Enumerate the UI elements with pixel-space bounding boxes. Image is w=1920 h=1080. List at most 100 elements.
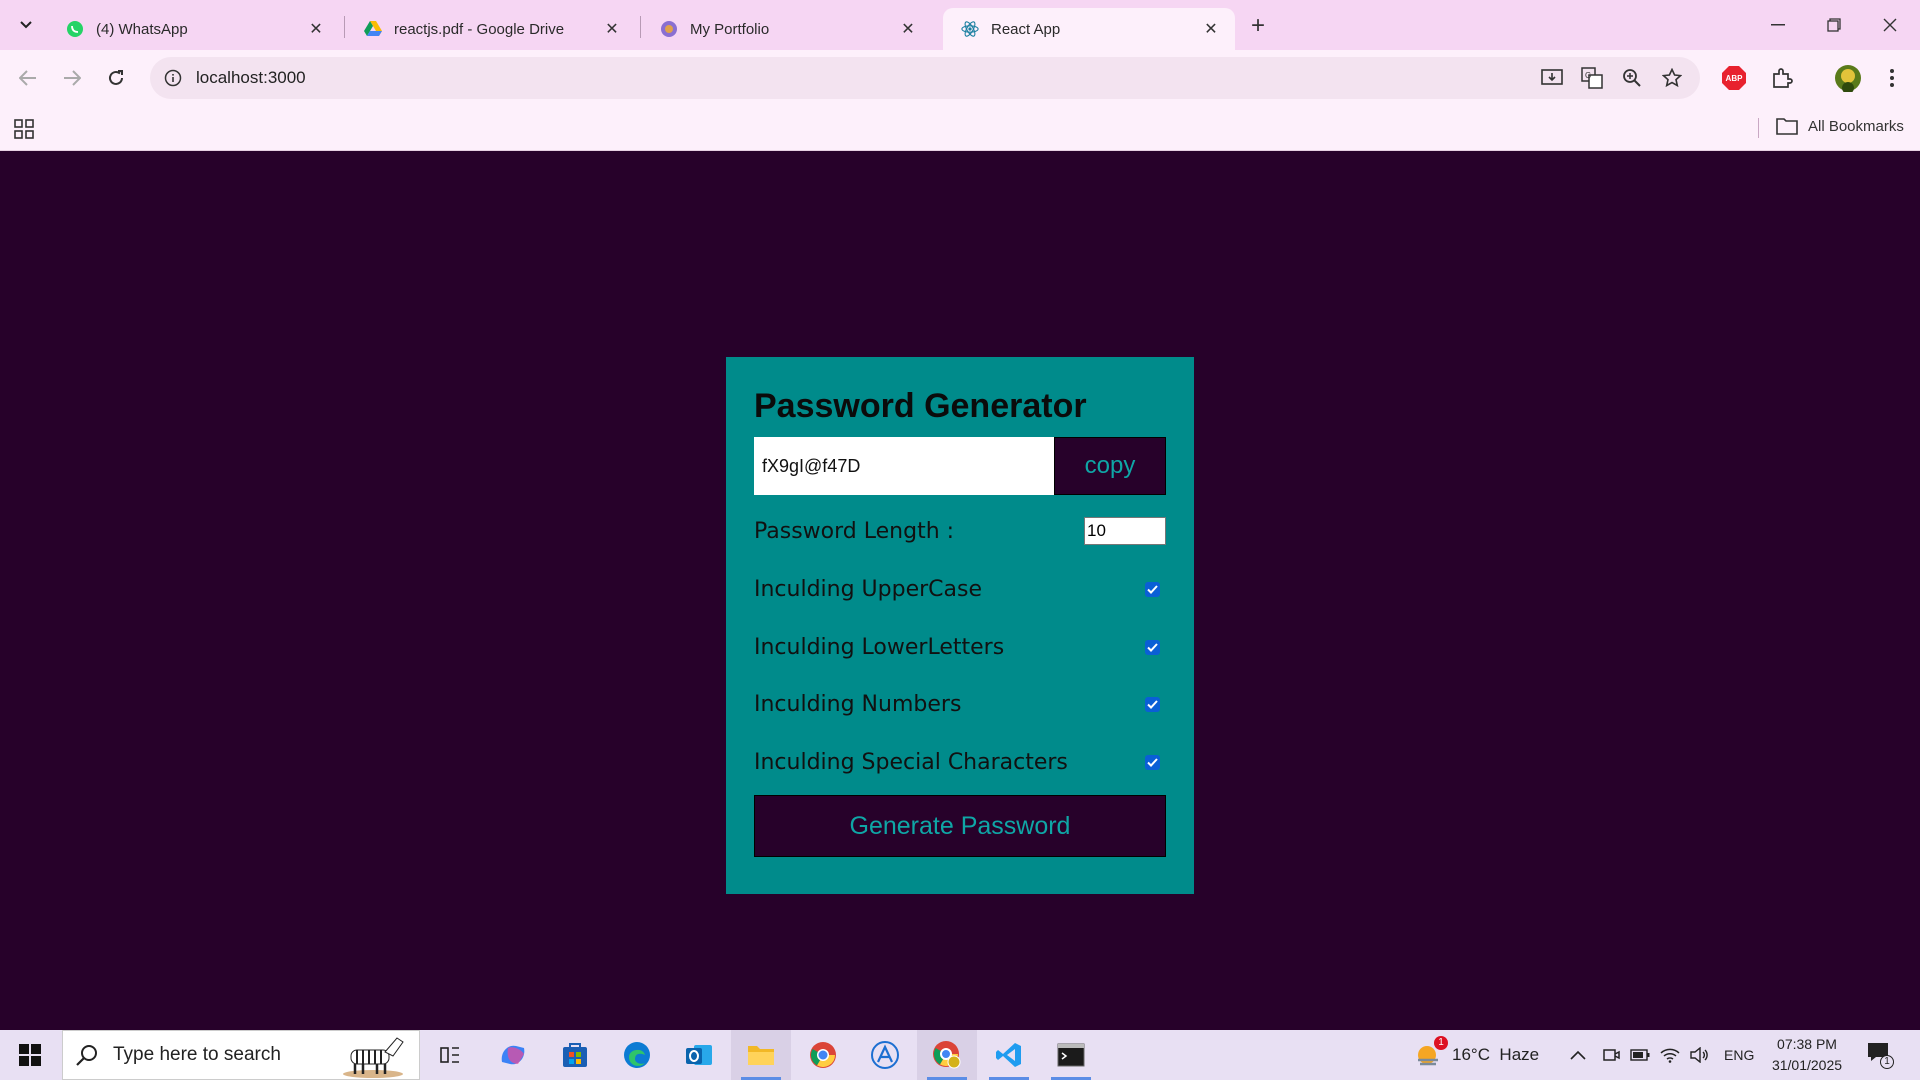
vpn-app[interactable] — [855, 1030, 915, 1080]
reload-button[interactable] — [100, 62, 132, 94]
checkmark-icon — [1147, 642, 1158, 652]
tab-whatsapp[interactable]: (4) WhatsApp ✕ — [48, 8, 340, 50]
tab-google-drive[interactable]: reactjs.pdf - Google Drive ✕ — [346, 8, 636, 50]
microsoft-store-app[interactable] — [545, 1030, 605, 1080]
browser-toolbar: localhost:3000 G ABP — [0, 50, 1920, 106]
tab-react-app[interactable]: React App ✕ — [943, 8, 1235, 50]
meet-now-icon[interactable] — [1602, 1030, 1620, 1080]
edge-app[interactable] — [607, 1030, 667, 1080]
chrome-menu-icon[interactable] — [1876, 62, 1908, 94]
translate-icon[interactable]: G — [1580, 66, 1604, 90]
bookmarks-bar: All Bookmarks — [0, 106, 1920, 151]
back-button[interactable] — [12, 62, 44, 94]
start-button[interactable] — [0, 1030, 60, 1080]
react-icon — [961, 20, 979, 38]
folder-icon — [748, 1046, 774, 1065]
minimize-button[interactable] — [1750, 0, 1806, 50]
svg-text:G: G — [1585, 71, 1591, 80]
option-label: Inculding LowerLetters — [754, 634, 1005, 660]
password-length-input[interactable] — [1084, 517, 1166, 545]
chevron-down-icon — [20, 21, 32, 29]
vscode-icon — [996, 1043, 1021, 1067]
close-icon[interactable]: ✕ — [306, 19, 326, 39]
password-generator-card: Password Generator copy Password Length … — [726, 357, 1194, 894]
numbers-checkbox[interactable] — [1145, 696, 1160, 712]
vscode-app[interactable] — [979, 1030, 1039, 1080]
taskbar-search-box[interactable]: Type here to search — [62, 1030, 420, 1080]
tab-title: (4) WhatsApp — [96, 20, 188, 38]
special-characters-checkbox[interactable] — [1145, 754, 1160, 770]
uppercase-checkbox[interactable] — [1145, 581, 1160, 597]
new-tab-button[interactable]: + — [1244, 12, 1272, 40]
close-window-button[interactable] — [1862, 0, 1918, 50]
chrome-icon — [810, 1042, 836, 1068]
copilot-app[interactable] — [483, 1030, 543, 1080]
generate-password-button[interactable]: Generate Password — [754, 795, 1166, 857]
volume-icon[interactable] — [1690, 1030, 1710, 1080]
page-title: Password Generator — [754, 387, 1087, 425]
tab-portfolio[interactable]: My Portfolio ✕ — [642, 8, 932, 50]
checkmark-icon — [1147, 757, 1158, 767]
option-label: Inculding UpperCase — [754, 576, 983, 602]
apps-grid-icon[interactable] — [12, 117, 36, 141]
weather-text: 16°C Haze — [1452, 1045, 1540, 1064]
tab-title: My Portfolio — [690, 20, 770, 38]
profile-avatar[interactable] — [1832, 62, 1864, 94]
terminal-app[interactable] — [1041, 1030, 1101, 1080]
forward-button[interactable] — [56, 62, 88, 94]
lowercase-checkbox[interactable] — [1145, 639, 1160, 655]
show-hidden-icons-button[interactable] — [1570, 1030, 1586, 1080]
wifi-icon[interactable] — [1660, 1030, 1680, 1080]
file-explorer-app[interactable] — [731, 1030, 791, 1080]
option-label: Inculding Special Characters — [754, 749, 1068, 775]
close-icon[interactable]: ✕ — [602, 19, 622, 39]
outlook-app[interactable] — [669, 1030, 729, 1080]
url-text: localhost:3000 — [196, 68, 306, 87]
install-app-icon[interactable] — [1540, 66, 1564, 90]
system-clock[interactable]: 07:38 PM 31/01/2025 — [1762, 1034, 1852, 1076]
adblock-extension-icon[interactable]: ABP — [1718, 62, 1750, 94]
site-info-icon[interactable] — [162, 67, 184, 89]
address-bar[interactable]: localhost:3000 G — [150, 57, 1700, 99]
bookmarks-divider — [1758, 118, 1759, 138]
restore-button[interactable] — [1806, 0, 1862, 50]
back-arrow-icon — [19, 70, 36, 86]
checkmark-icon — [1147, 584, 1158, 594]
tab-divider — [640, 16, 641, 38]
whatsapp-icon — [66, 20, 84, 38]
tab-search-button[interactable] — [12, 11, 40, 39]
zoom-icon[interactable] — [1620, 66, 1644, 90]
edge-icon — [624, 1042, 650, 1068]
weather-widget[interactable]: 1 16°C Haze — [1414, 1030, 1539, 1080]
all-bookmarks-button[interactable]: All Bookmarks — [1776, 116, 1904, 136]
password-output-field[interactable] — [754, 437, 1054, 495]
forward-arrow-icon — [64, 70, 81, 86]
language-indicator[interactable]: ENG — [1724, 1030, 1754, 1080]
password-length-label: Password Length : — [754, 518, 955, 544]
close-icon[interactable]: ✕ — [1201, 19, 1221, 39]
chrome-app[interactable] — [793, 1030, 853, 1080]
tab-bar: (4) WhatsApp ✕ reactjs.pdf - Google Driv… — [0, 0, 1920, 50]
tab-divider — [344, 16, 345, 38]
option-lowercase-row: Inculding LowerLetters — [754, 629, 1166, 665]
notification-center-button[interactable]: 1 — [1866, 1030, 1894, 1080]
notification-icon: 1 — [1866, 1041, 1894, 1069]
copy-button[interactable]: copy — [1054, 437, 1166, 495]
close-icon[interactable]: ✕ — [898, 19, 918, 39]
weather-haze-icon: 1 — [1414, 1036, 1448, 1070]
google-drive-icon — [364, 20, 382, 38]
bookmark-star-icon[interactable] — [1660, 66, 1684, 90]
store-icon — [563, 1043, 587, 1067]
extensions-puzzle-icon[interactable] — [1766, 62, 1798, 94]
portfolio-icon — [660, 20, 678, 38]
weather-alert-badge: 1 — [1434, 1036, 1448, 1050]
option-special-row: Inculding Special Characters — [754, 744, 1166, 780]
chevron-up-icon — [1570, 1050, 1586, 1060]
tab-title: React App — [991, 20, 1061, 38]
clock-time: 07:38 PM — [1777, 1036, 1837, 1052]
chrome-profile-app[interactable] — [917, 1030, 977, 1080]
task-view-button[interactable] — [420, 1030, 480, 1080]
battery-icon[interactable] — [1630, 1030, 1650, 1080]
clock-date: 31/01/2025 — [1771, 1057, 1843, 1073]
all-bookmarks-label: All Bookmarks — [1808, 117, 1904, 135]
